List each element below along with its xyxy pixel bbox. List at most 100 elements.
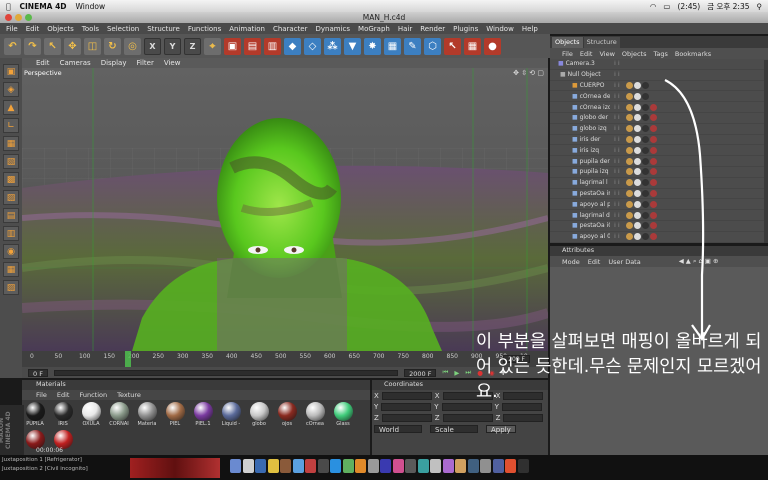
attributes-menu-edit[interactable]: Edit (588, 258, 601, 266)
live-select-icon[interactable]: ↖ (44, 37, 61, 55)
coord-rotation-field[interactable] (503, 413, 544, 422)
dock-app-icon[interactable] (305, 459, 316, 473)
material-swatch[interactable]: PIEL (162, 402, 188, 427)
material-tag-icon[interactable] (625, 146, 633, 154)
redo-icon[interactable]: ↷ (24, 37, 41, 55)
menu-structure[interactable]: Structure (147, 25, 180, 33)
dock-app-icon[interactable] (292, 459, 304, 473)
material-tag-icon[interactable] (625, 92, 633, 100)
cube-icon[interactable]: ◆ (284, 37, 301, 55)
paint-icon[interactable]: ▨ (3, 280, 19, 295)
battery-icon[interactable]: ▭ (663, 2, 670, 11)
dock-app-icon[interactable] (405, 459, 416, 473)
dock-app-icon[interactable] (242, 459, 254, 473)
start-frame-field[interactable]: 0 F (28, 368, 48, 378)
dock-app-icon[interactable] (280, 459, 291, 473)
material-swatch[interactable]: CORNAI (106, 402, 132, 427)
deformer-icon[interactable]: ▼ (344, 37, 361, 55)
coord-position-field[interactable] (381, 402, 432, 411)
axis-x-button[interactable]: X (144, 37, 161, 55)
material-tag-icon[interactable] (625, 200, 633, 208)
dock-app-icon[interactable] (342, 459, 354, 473)
objects-menu-objects[interactable]: Objects (622, 50, 647, 58)
objects-menu-edit[interactable]: Edit (580, 50, 593, 58)
attributes-menu-mode[interactable]: Mode (562, 258, 580, 266)
dock-app-icon[interactable] (492, 459, 504, 473)
python-icon[interactable]: ↖ (444, 37, 461, 55)
menu-objects[interactable]: Objects (47, 25, 73, 33)
minimize-window-icon[interactable] (15, 14, 22, 21)
viewport-menu-display[interactable]: Display (101, 59, 127, 67)
visibility-dots-icon[interactable]: ⁞ ⁞ (614, 147, 620, 154)
render-view-icon[interactable]: ▣ (224, 37, 241, 55)
menu-selection[interactable]: Selection (107, 25, 139, 33)
scene-icon[interactable]: ✸ (364, 37, 381, 55)
apple-icon[interactable]:  (6, 2, 11, 11)
render-settings-icon[interactable]: ▥ (264, 37, 281, 55)
viewport-menu-cameras[interactable]: Cameras (60, 59, 91, 67)
material-swatch[interactable]: Liquid - (218, 402, 244, 427)
materials-menu-edit[interactable]: Edit (57, 391, 70, 399)
menu-plugins[interactable]: Plugins (453, 25, 478, 33)
material-swatch[interactable]: PIEL.1 (190, 402, 216, 427)
objects-menu-tags[interactable]: Tags (653, 50, 667, 58)
material-swatch[interactable]: IRIS (50, 402, 76, 427)
menu-dynamics[interactable]: Dynamics (316, 25, 351, 33)
zoom-window-icon[interactable] (25, 14, 32, 21)
dock-app-icon[interactable] (505, 459, 516, 473)
mac-app-name[interactable]: CINEMA 4D (20, 2, 67, 11)
dock-app-icon[interactable] (367, 459, 379, 473)
camera-icon[interactable]: ▦ (384, 37, 401, 55)
light-icon[interactable]: ✎ (404, 37, 421, 55)
move-icon[interactable]: ✥ (64, 37, 81, 55)
spotlight-icon[interactable]: ⚲ (757, 2, 763, 11)
material-tag-icon[interactable] (625, 189, 633, 197)
coord-position-field[interactable] (381, 391, 432, 400)
visibility-dots-icon[interactable]: ⁞ ⁞ (614, 190, 620, 197)
array-icon[interactable]: ⁂ (324, 37, 341, 55)
workplane-icon[interactable]: ▨ (3, 190, 19, 205)
tab-objects[interactable]: Objects (552, 37, 583, 48)
material-tag-icon[interactable] (625, 135, 633, 143)
dock-app-icon[interactable] (330, 459, 341, 473)
visibility-dots-icon[interactable]: ⁞ ⁞ (614, 104, 620, 111)
menu-functions[interactable]: Functions (188, 25, 221, 33)
dock-app-icon[interactable] (267, 459, 279, 473)
material-tag-icon[interactable] (625, 222, 633, 230)
visibility-dots-icon[interactable]: ⁞ ⁞ (614, 60, 620, 67)
material-tag-icon[interactable] (625, 125, 633, 133)
materials-menu-texture[interactable]: Texture (117, 391, 141, 399)
visibility-dots-icon[interactable]: ⁞ ⁞ (614, 93, 620, 100)
material-swatch[interactable]: ojos (274, 402, 300, 427)
material-tag-icon[interactable] (625, 211, 633, 219)
dock-app-icon[interactable] (480, 459, 491, 473)
dock-app-icon[interactable] (417, 459, 429, 473)
menu-help[interactable]: Help (522, 25, 538, 33)
visibility-dots-icon[interactable]: ⁞ ⁞ (614, 222, 620, 229)
dock-app-icon[interactable] (255, 459, 266, 473)
dock-app-icon[interactable] (380, 459, 391, 473)
close-window-icon[interactable] (5, 14, 12, 21)
viewport-menu-filter[interactable]: Filter (137, 59, 154, 67)
object-list-scrollbar[interactable] (764, 60, 768, 243)
objects-menu-file[interactable]: File (562, 50, 573, 58)
coord-position-field[interactable] (381, 413, 432, 422)
materials-menu-function[interactable]: Function (79, 391, 107, 399)
points-mode-icon[interactable]: ∟ (3, 118, 19, 133)
clock[interactable]: 금 오후 2:35 (707, 1, 749, 12)
attributes-menu-user-data[interactable]: User Data (608, 258, 640, 266)
visibility-dots-icon[interactable]: ⁞ ⁞ (614, 158, 620, 165)
viewport-menu-edit[interactable]: Edit (36, 59, 50, 67)
apply-button[interactable]: Apply (486, 424, 516, 434)
menu-hair[interactable]: Hair (398, 25, 412, 33)
visibility-dots-icon[interactable]: ⁞ ⁞ (614, 125, 620, 132)
visibility-dots-icon[interactable]: ⁞ ⁞ (614, 201, 620, 208)
record-icon[interactable]: ● (484, 37, 501, 55)
material-tag-icon[interactable] (625, 81, 633, 89)
material-swatch[interactable]: cOrnea (302, 402, 328, 427)
dock-app-icon[interactable] (317, 459, 329, 473)
coordinate-system-icon[interactable]: ⌖ (204, 37, 221, 55)
texture-mode-icon[interactable]: ◈ (3, 82, 19, 97)
scale-icon[interactable]: ◫ (84, 37, 101, 55)
script-icon[interactable]: ▦ (464, 37, 481, 55)
